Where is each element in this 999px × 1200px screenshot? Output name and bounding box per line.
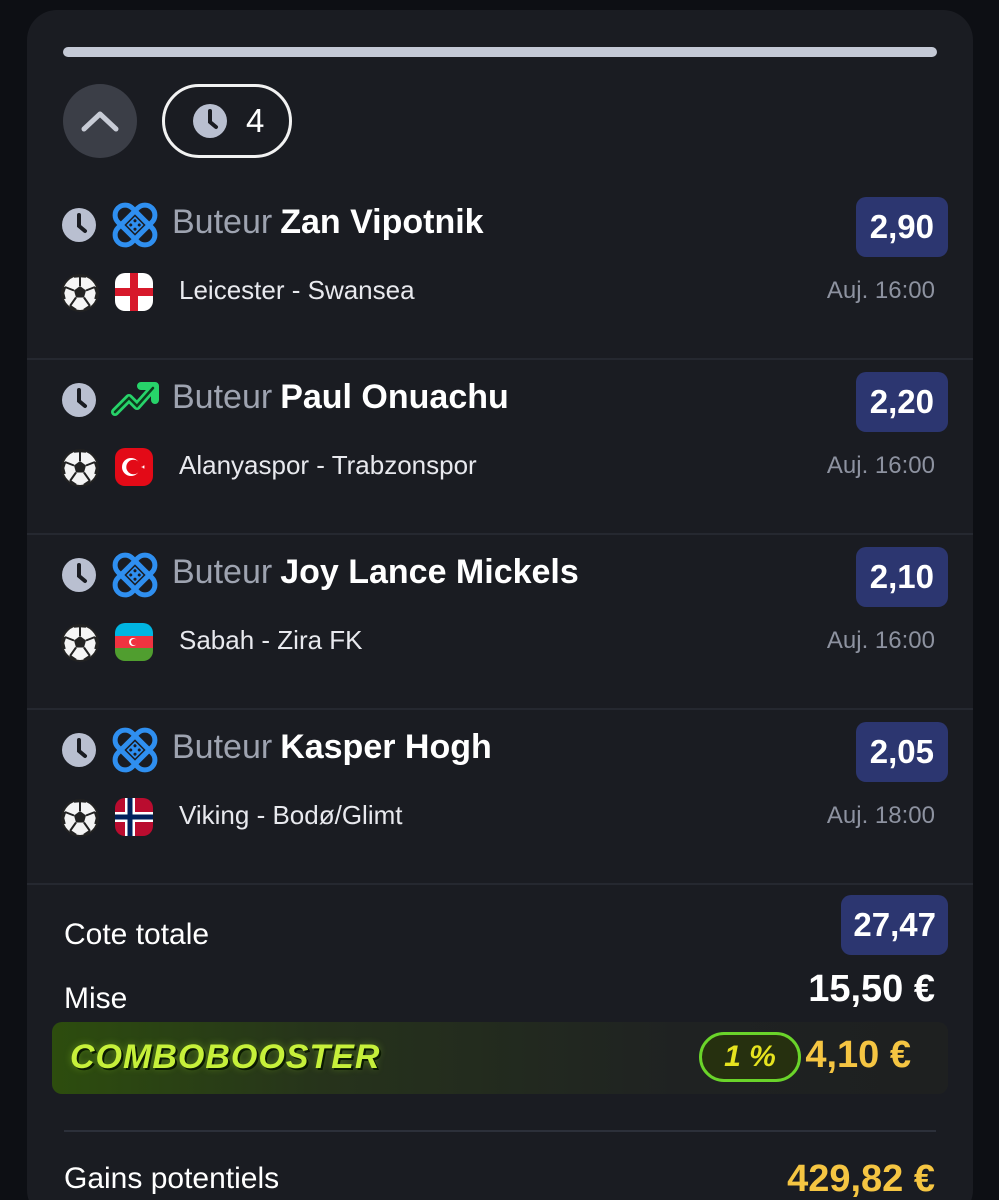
match-time: Auj. 16:00 [826, 452, 935, 479]
player-name: Kasper Hogh [280, 728, 492, 766]
trend-up-icon [109, 374, 161, 426]
bet-row[interactable]: Buteur Joy Lance Mickels 2,10 Sabah - Zira … [27, 535, 973, 710]
odds-badge[interactable]: 2,20 [855, 372, 948, 432]
clock-icon [61, 382, 97, 423]
player-name: Joy Lance Mickels [280, 553, 579, 591]
total-odds-badge: 27,47 [841, 895, 948, 955]
match-time: Auj. 18:00 [826, 802, 935, 829]
match-name[interactable]: Leicester - Swansea [179, 275, 415, 306]
market-type: Buteur [172, 378, 273, 416]
azerbaijan-flag [115, 623, 153, 661]
selection-title: Buteur Joy Lance Mickels [172, 553, 579, 592]
potential-gains-amount: 429,82 € [787, 1158, 935, 1200]
football-icon [60, 623, 100, 668]
potential-gains-label: Gains potentiels [64, 1162, 280, 1195]
football-icon [60, 448, 100, 493]
stake-label: Mise [64, 982, 128, 1015]
shield-icon [109, 199, 161, 251]
odds-badge[interactable]: 2,10 [855, 547, 948, 607]
norway-flag [115, 798, 153, 836]
clock-icon [61, 557, 97, 598]
football-icon [60, 273, 100, 318]
booster-percent-badge: 1 % [699, 1032, 801, 1082]
player-name: Paul Onuachu [280, 378, 509, 416]
shield-icon [109, 724, 161, 776]
match-name[interactable]: Alanyaspor - Trabzonspor [179, 450, 477, 481]
market-type: Buteur [172, 728, 273, 766]
selection-title: Buteur Kasper Hogh [172, 728, 492, 767]
selection-title: Buteur Paul Onuachu [172, 378, 509, 417]
market-type: Buteur [172, 553, 273, 591]
bet-slip-card: 4 Buteur Zan Vipotnik 2,90 Leicester - Swan… [27, 10, 973, 1200]
bet-row[interactable]: Buteur Kasper Hogh 2,05 Viking - Bodø/Glimt… [27, 710, 973, 885]
selection-title: Buteur Zan Vipotnik [172, 203, 484, 242]
collapse-button[interactable] [63, 84, 137, 158]
stake-amount[interactable]: 15,50 € [808, 968, 935, 1011]
player-name: Zan Vipotnik [280, 203, 484, 241]
clock-icon [193, 104, 227, 138]
total-odds-label: Cote totale [64, 918, 210, 951]
combo-booster-banner[interactable]: COMBOBOOSTER 1 % 4,10 € [52, 1022, 948, 1094]
match-time: Auj. 16:00 [826, 277, 935, 304]
bet-row[interactable]: Buteur Zan Vipotnik 2,90 Leicester - Swanse… [27, 185, 973, 360]
drag-handle[interactable] [63, 47, 937, 57]
football-icon [60, 798, 100, 843]
chevron-up-icon [81, 111, 119, 132]
match-name[interactable]: Sabah - Zira FK [179, 625, 363, 656]
combo-booster-logo: COMBOBOOSTER [70, 1038, 381, 1076]
shield-icon [109, 549, 161, 601]
bet-row[interactable]: Buteur Paul Onuachu 2,20 Alanyaspor - Trabz… [27, 360, 973, 535]
england-flag [115, 273, 153, 311]
odds-badge[interactable]: 2,05 [855, 722, 948, 782]
pending-bets-filter[interactable]: 4 [162, 84, 292, 158]
match-name[interactable]: Viking - Bodø/Glimt [179, 800, 402, 831]
divider [64, 1130, 936, 1132]
odds-badge[interactable]: 2,90 [855, 197, 948, 257]
pending-count: 4 [246, 102, 265, 139]
clock-icon [61, 732, 97, 773]
market-type: Buteur [172, 203, 273, 241]
booster-amount: 4,10 € [805, 1034, 911, 1076]
match-time: Auj. 16:00 [826, 627, 935, 654]
clock-icon [61, 207, 97, 248]
turkey-flag [115, 448, 153, 486]
